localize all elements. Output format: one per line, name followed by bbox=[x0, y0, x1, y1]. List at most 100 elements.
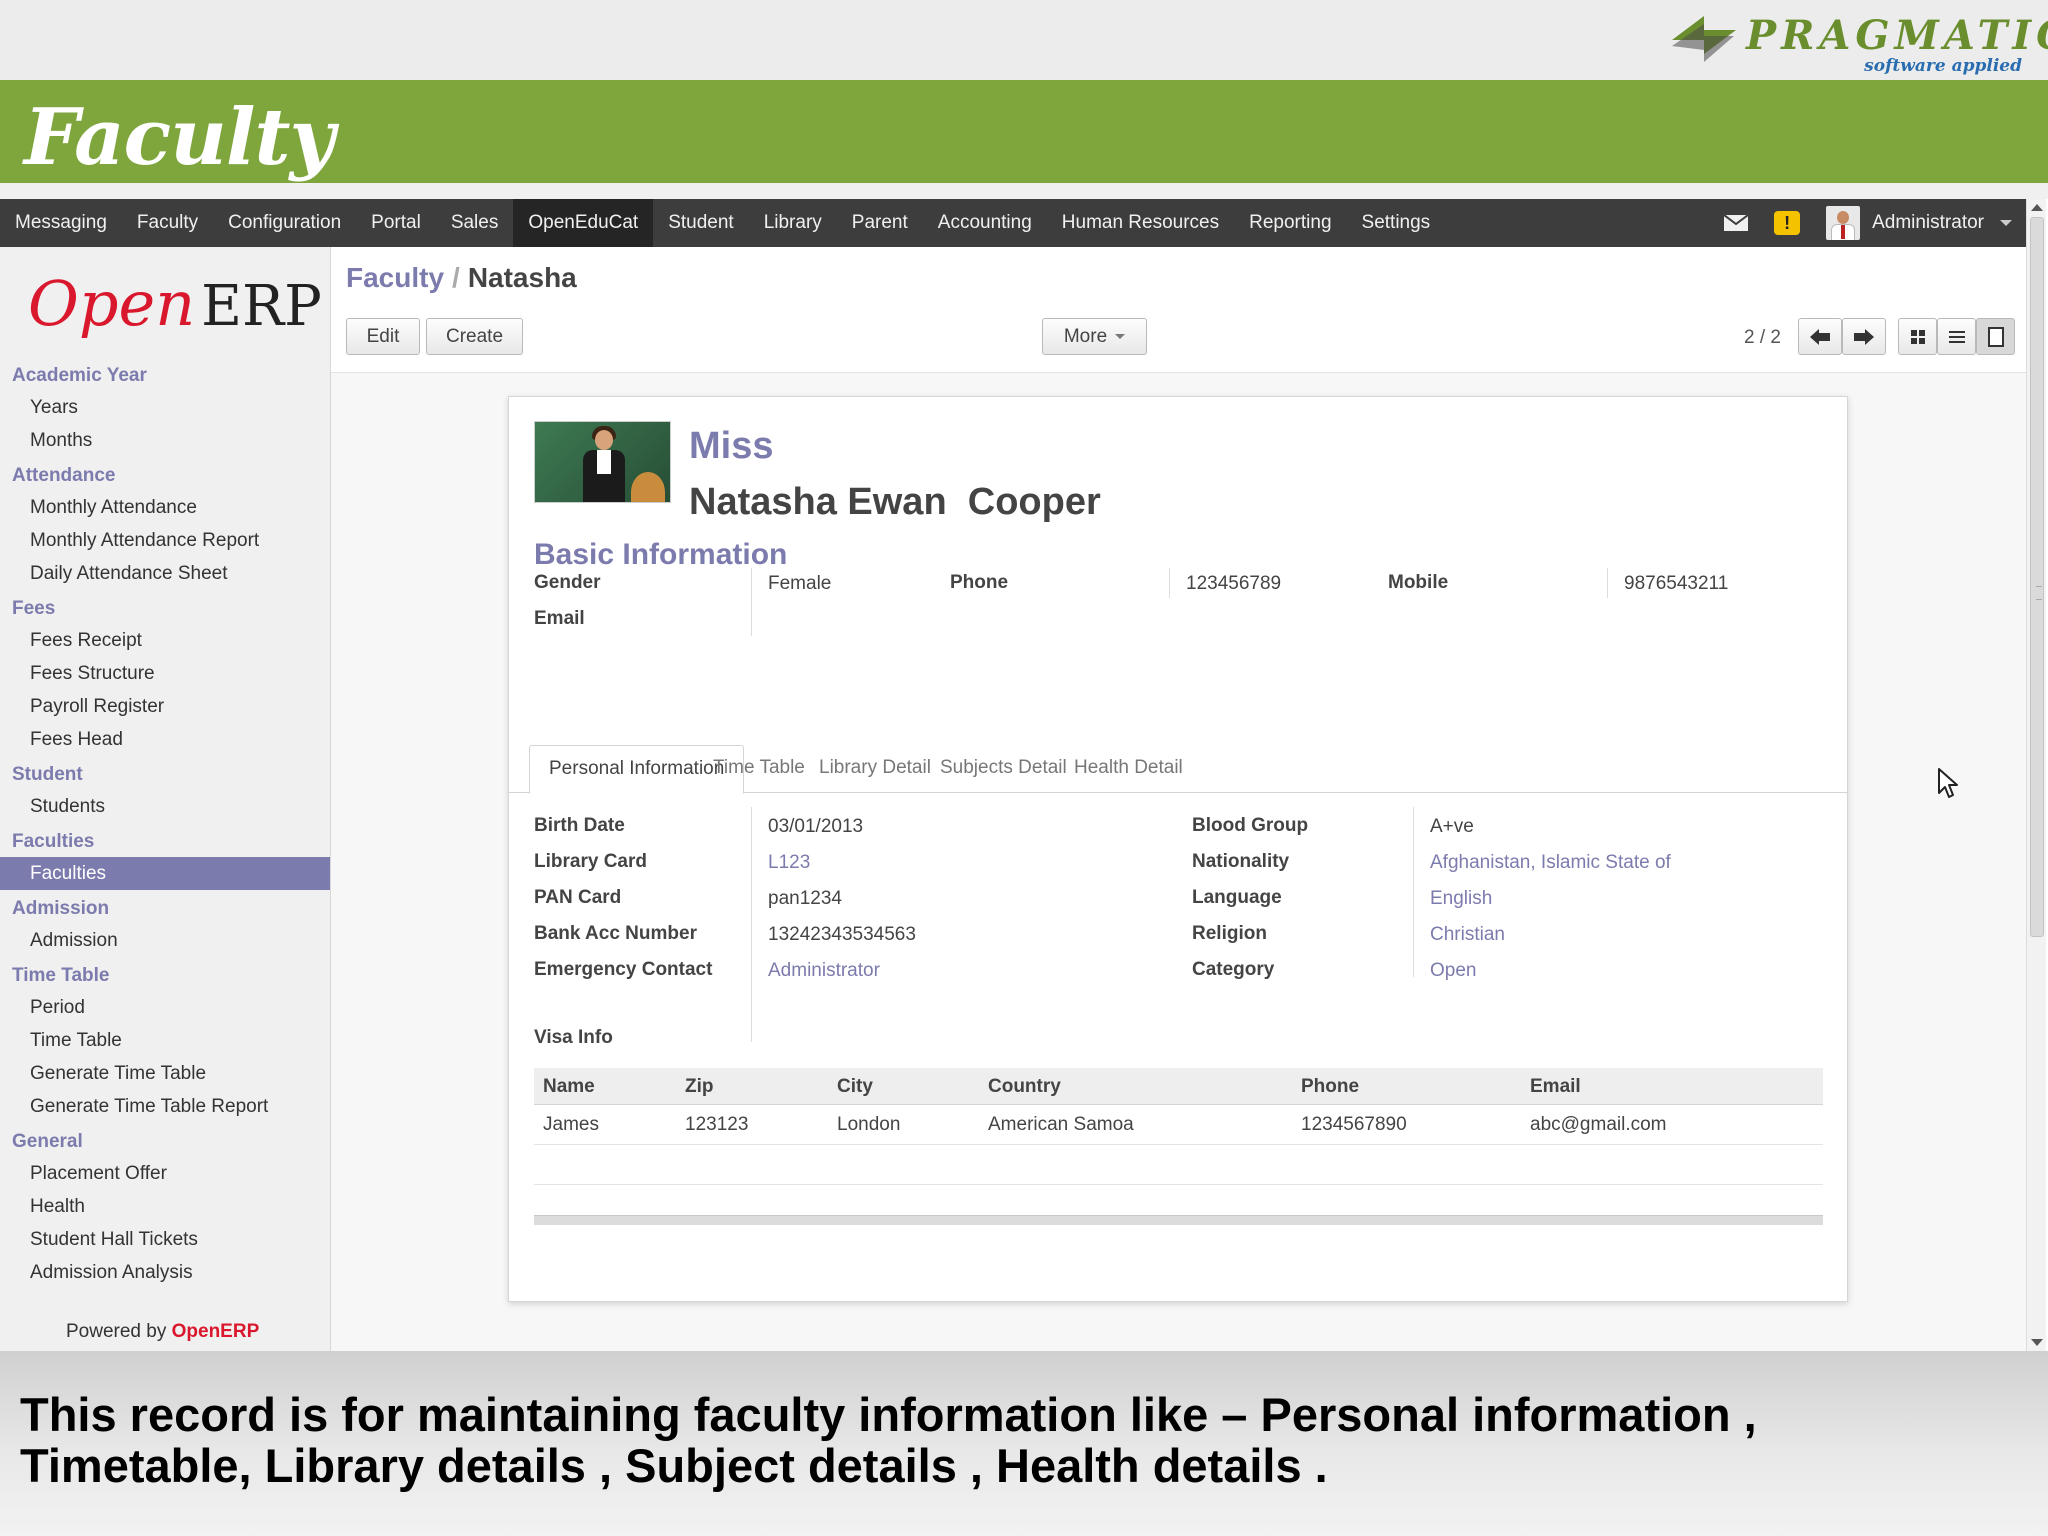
vertical-scrollbar[interactable] bbox=[2026, 199, 2046, 1351]
menu-item-sales[interactable]: Sales bbox=[436, 199, 514, 247]
divider bbox=[751, 568, 752, 636]
faculty-photo[interactable] bbox=[534, 421, 671, 503]
sidebar-item-student-hall-tickets[interactable]: Student Hall Tickets bbox=[0, 1223, 330, 1256]
sidebar-item-monthly-attendance[interactable]: Monthly Attendance bbox=[0, 491, 330, 524]
menu-item-openeducat[interactable]: OpenEduCat bbox=[513, 199, 654, 247]
menu-item-faculty[interactable]: Faculty bbox=[122, 199, 213, 247]
column-header-phone[interactable]: Phone bbox=[1301, 1068, 1359, 1105]
brand-word: PRAGMATIC bbox=[1746, 12, 2048, 59]
menu-item-library[interactable]: Library bbox=[749, 199, 837, 247]
table-row[interactable]: James 123123 London American Samoa 123456789… bbox=[534, 1105, 1823, 1145]
table-empty-row bbox=[534, 1145, 1823, 1185]
nationality-value[interactable]: Afghanistan, Islamic State of bbox=[1430, 852, 1671, 874]
sidebar-item-daily-attendance-sheet[interactable]: Daily Attendance Sheet bbox=[0, 557, 330, 590]
sidebar-item-fees-head[interactable]: Fees Head bbox=[0, 723, 330, 756]
divider bbox=[1607, 568, 1608, 598]
breadcrumb-separator: / bbox=[452, 262, 460, 293]
column-header-name[interactable]: Name bbox=[543, 1068, 595, 1105]
sidebar-item-fees-receipt[interactable]: Fees Receipt bbox=[0, 624, 330, 657]
warning-icon[interactable]: ! bbox=[1774, 211, 1801, 235]
table-footer bbox=[534, 1215, 1823, 1225]
category-value[interactable]: Open bbox=[1430, 960, 1476, 982]
caption-area: This record is for maintaining faculty i… bbox=[0, 1351, 2048, 1536]
sidebar-menu: Academic Year Years Months Attendance Monthl… bbox=[0, 357, 330, 1289]
mobile-value: 9876543211 bbox=[1624, 573, 1729, 594]
control-panel: Faculty / Natasha Edit Create More 2 / 2 bbox=[331, 247, 2026, 373]
scroll-up-icon[interactable] bbox=[2031, 204, 2043, 211]
next-record-button[interactable] bbox=[1842, 318, 1886, 355]
sidebar-item-students[interactable]: Students bbox=[0, 790, 330, 823]
birth-date-value: 03/01/2013 bbox=[768, 816, 864, 837]
previous-record-button[interactable] bbox=[1798, 318, 1842, 355]
openerp-logo[interactable]: Open ERP bbox=[28, 267, 322, 340]
sidebar-section-admission: Admission bbox=[12, 898, 110, 919]
sidebar-item-placement-offer[interactable]: Placement Offer bbox=[0, 1157, 330, 1190]
menu-item-reporting[interactable]: Reporting bbox=[1234, 199, 1346, 247]
sidebar-section-time-table: Time Table bbox=[12, 965, 110, 986]
breadcrumb-faculty[interactable]: Faculty bbox=[346, 262, 444, 293]
sidebar-item-monthly-attendance-report[interactable]: Monthly Attendance Report bbox=[0, 524, 330, 557]
form-view-button[interactable] bbox=[1976, 318, 2015, 355]
column-header-city[interactable]: City bbox=[837, 1068, 873, 1105]
category-label: Category bbox=[1192, 959, 1275, 980]
blood-group-value: A+ve bbox=[1430, 816, 1474, 837]
mail-icon[interactable] bbox=[1724, 215, 1749, 231]
cell-email: abc@gmail.com bbox=[1530, 1114, 1667, 1135]
sidebar-item-generate-time-table[interactable]: Generate Time Table bbox=[0, 1057, 330, 1090]
brand-tagline: software applied bbox=[1864, 56, 2022, 76]
kanban-view-button[interactable] bbox=[1898, 318, 1937, 355]
visa-info-table: Name Zip City Country Phone Email James 123123… bbox=[534, 1068, 1823, 1225]
library-card-value[interactable]: L123 bbox=[768, 852, 810, 874]
pager-counter: 2 / 2 bbox=[1744, 327, 1781, 348]
sidebar-item-period[interactable]: Period bbox=[0, 991, 330, 1024]
menu-item-configuration[interactable]: Configuration bbox=[213, 199, 356, 247]
slide-caption: This record is for maintaining faculty i… bbox=[20, 1388, 1757, 1492]
sidebar: Open ERP Academic Year Years Months Attendan… bbox=[0, 247, 331, 1351]
column-header-email[interactable]: Email bbox=[1530, 1068, 1581, 1105]
cell-zip: 123123 bbox=[685, 1114, 749, 1135]
language-value[interactable]: English bbox=[1430, 888, 1492, 910]
basic-information-heading: Basic Information bbox=[534, 538, 788, 571]
list-view-button[interactable] bbox=[1937, 318, 1976, 355]
menu-item-portal[interactable]: Portal bbox=[356, 199, 436, 247]
sidebar-section-general: General bbox=[12, 1131, 83, 1152]
religion-value[interactable]: Christian bbox=[1430, 924, 1505, 946]
user-menu[interactable]: Administrator bbox=[1826, 206, 2012, 240]
edit-button[interactable]: Edit bbox=[346, 318, 420, 355]
menu-item-messaging[interactable]: Messaging bbox=[0, 199, 122, 247]
menu-item-human-resources[interactable]: Human Resources bbox=[1047, 199, 1234, 247]
powered-brand[interactable]: OpenERP bbox=[172, 1321, 260, 1342]
more-button[interactable]: More bbox=[1042, 318, 1147, 355]
sidebar-item-admission[interactable]: Admission bbox=[0, 924, 330, 957]
emergency-contact-value[interactable]: Administrator bbox=[768, 960, 880, 982]
menu-item-student[interactable]: Student bbox=[653, 199, 749, 247]
column-header-zip[interactable]: Zip bbox=[685, 1068, 714, 1105]
gender-value: Female bbox=[768, 573, 832, 594]
sidebar-item-generate-time-table-report[interactable]: Generate Time Table Report bbox=[0, 1090, 330, 1123]
sidebar-item-fees-structure[interactable]: Fees Structure bbox=[0, 657, 330, 690]
sidebar-item-payroll-register[interactable]: Payroll Register bbox=[0, 690, 330, 723]
tab-health-detail[interactable]: Health Detail bbox=[1055, 745, 1202, 793]
sidebar-item-months[interactable]: Months bbox=[0, 424, 330, 457]
chevron-down-icon bbox=[2000, 220, 2012, 226]
sidebar-item-admission-analysis[interactable]: Admission Analysis bbox=[0, 1256, 330, 1289]
sidebar-item-health[interactable]: Health bbox=[0, 1190, 330, 1223]
menu-item-parent[interactable]: Parent bbox=[837, 199, 923, 247]
scroll-down-icon[interactable] bbox=[2031, 1339, 2043, 1346]
library-card-label: Library Card bbox=[534, 851, 647, 872]
column-header-country[interactable]: Country bbox=[988, 1068, 1061, 1105]
logo-open: Open bbox=[28, 267, 196, 340]
divider bbox=[751, 807, 752, 1042]
sidebar-item-time-table[interactable]: Time Table bbox=[0, 1024, 330, 1057]
sidebar-item-years[interactable]: Years bbox=[0, 391, 330, 424]
menu-item-accounting[interactable]: Accounting bbox=[923, 199, 1047, 247]
divider bbox=[1169, 568, 1170, 598]
main-content: Faculty /Natasha Edit Create More 2 / 2 bbox=[331, 247, 2026, 1351]
birth-date-label: Birth Date bbox=[534, 815, 625, 836]
menu-item-settings[interactable]: Settings bbox=[1347, 199, 1446, 247]
create-button[interactable]: Create bbox=[426, 318, 523, 355]
slide-header: PRAGMATIC software applied bbox=[0, 0, 2048, 80]
table-body: James 123123 London American Samoa 123456789… bbox=[534, 1105, 1823, 1145]
scrollbar-thumb[interactable] bbox=[2030, 217, 2044, 937]
sidebar-item-faculties[interactable]: Faculties bbox=[0, 857, 330, 890]
